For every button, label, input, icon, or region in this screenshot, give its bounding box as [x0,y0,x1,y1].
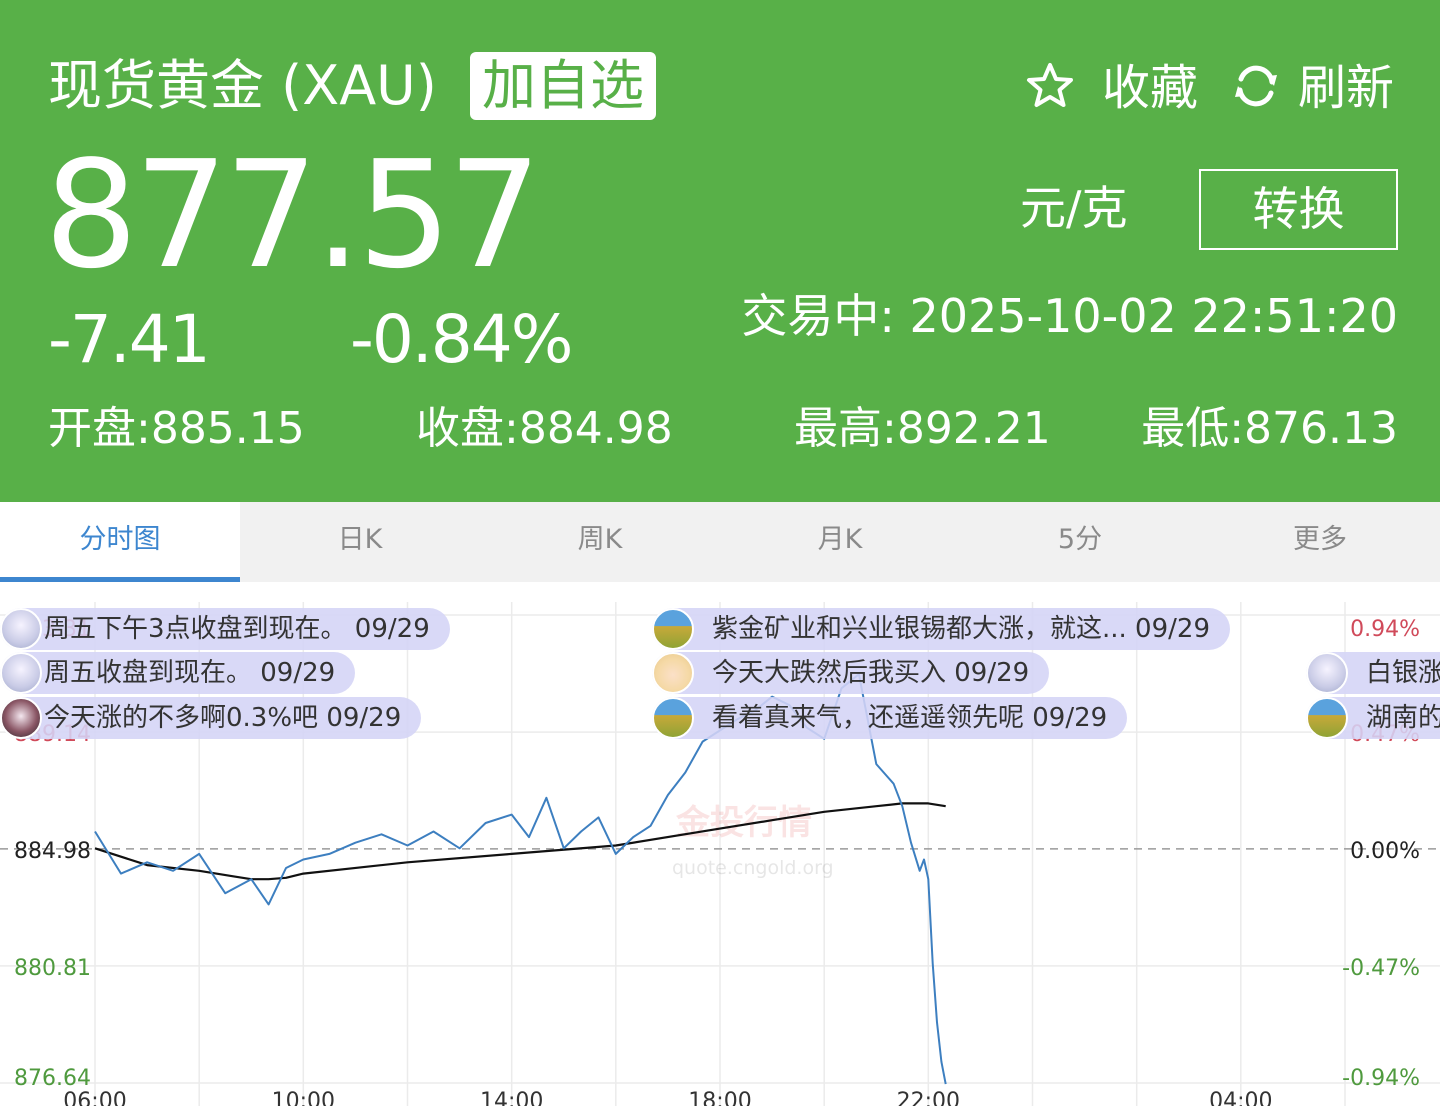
favorite-button[interactable]: 收藏 [1102,56,1198,120]
x-axis-tick: 06:00 [63,1089,126,1106]
intraday-chart[interactable]: 金投行情 quote.cngold.org 893.31889.14884.98… [0,582,1440,1106]
comment-bubble[interactable]: 看着真来气，还遥遥领先呢 09/29 [652,697,1128,739]
comment-text: 白银涨 [1366,658,1440,688]
field-avatar-icon [652,697,694,739]
comment-text: 紫金矿业和兴业银锡都大涨，就这... 09/29 [712,614,1210,644]
watermark-subtext: quote.cngold.org [672,857,834,879]
trading-status: 交易中: 2025-10-02 22:51:20 [741,289,1398,343]
convert-unit-button[interactable]: 转换 [1199,169,1398,250]
field-avatar-icon [652,608,694,650]
y-axis-right-tick: -0.94% [1342,1066,1420,1091]
comment-bubble[interactable]: 周五下午3点收盘到现在。 09/29 [0,608,450,650]
field-avatar-icon [1306,697,1348,739]
y-axis-left-tick: 876.64 [14,1066,91,1091]
comment-text: 湖南的 [1366,703,1440,733]
x-axis-tick: 14:00 [480,1089,543,1106]
quote-header: 现货黄金 (XAU) 加自选 收藏 刷新 877.57 元/克 转换 -7.41… [0,0,1440,502]
y-axis-left-tick: 880.81 [14,956,91,981]
tab-monthly-k[interactable]: 月K [720,502,960,582]
anime-avatar-icon [1306,652,1348,694]
tab-intraday[interactable]: 分时图 [0,502,240,582]
comment-bubble[interactable]: 今天大跌然后我买入 09/29 [652,652,1050,694]
star-icon[interactable] [1024,60,1076,112]
refresh-button[interactable]: 刷新 [1298,56,1394,120]
comment-text: 周五下午3点收盘到现在。 09/29 [44,614,430,644]
instrument-title: 现货黄金 (XAU) [48,54,437,117]
tab-5min[interactable]: 5分 [960,502,1200,582]
y-axis-right-tick: 0.00% [1350,839,1420,864]
comment-bubble[interactable]: 湖南的 [1306,697,1440,739]
comment-bubble[interactable]: 周五收盘到现在。 09/29 [0,652,356,694]
refresh-icon[interactable] [1232,62,1280,110]
tab-weekly-k[interactable]: 周K [480,502,720,582]
dark-hair-avatar-icon [0,697,42,739]
x-axis-tick: 18:00 [688,1089,751,1106]
comment-bubble[interactable]: 紫金矿业和兴业银锡都大涨，就这... 09/29 [652,608,1230,650]
x-axis-tick: 22:00 [897,1089,960,1106]
price-unit: 元/克 [1020,181,1128,235]
comment-text: 看着真来气，还遥遥领先呢 09/29 [712,703,1108,733]
price-change: -7.41 [48,301,211,378]
comment-bubble[interactable]: 白银涨 [1306,652,1440,694]
price-change-percent: -0.84% [350,301,573,378]
anime-avatar-icon [0,652,42,694]
y-axis-right-tick: 0.94% [1350,617,1420,642]
tab-more[interactable]: 更多 [1200,502,1440,582]
x-axis-tick: 04:00 [1209,1089,1272,1106]
comment-text: 今天涨的不多啊0.3%吧 09/29 [44,703,402,733]
comment-text: 今天大跌然后我买入 09/29 [712,658,1030,688]
anime-avatar-icon [0,608,42,650]
comment-text: 周五收盘到现在。 09/29 [44,658,336,688]
tab-daily-k[interactable]: 日K [240,502,480,582]
current-price: 877.57 [44,129,542,301]
stat-open: 开盘:885.15 [48,403,305,454]
watermark-text: 金投行情 [675,803,812,843]
add-to-watchlist-button[interactable]: 加自选 [470,52,656,120]
y-axis-right-tick: -0.47% [1342,956,1420,981]
stat-low: 最低:876.13 [1141,403,1398,454]
comment-bubble[interactable]: 今天涨的不多啊0.3%吧 09/29 [0,697,422,739]
cartoon-girl-avatar-icon [652,652,694,694]
x-axis-tick: 10:00 [272,1089,335,1106]
stat-high: 最高:892.21 [794,403,1051,454]
y-axis-left-tick: 884.98 [14,839,91,864]
chart-period-tabs: 分时图 日K 周K 月K 5分 更多 [0,502,1440,582]
stat-prev-close: 收盘:884.98 [416,403,673,454]
